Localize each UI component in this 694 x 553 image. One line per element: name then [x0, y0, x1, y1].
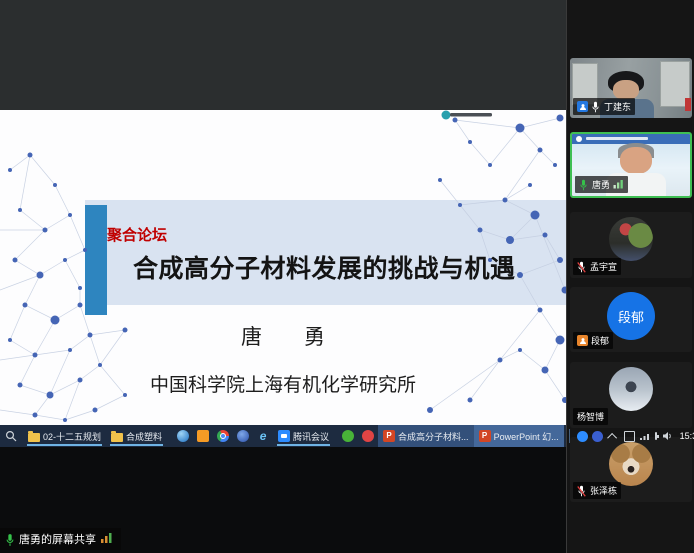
participant-name-tag: 张泽栋	[573, 482, 621, 499]
mic-on-icon	[5, 533, 15, 545]
video-detail	[620, 147, 652, 174]
taskbar-button-ppt-file[interactable]: 合成高分子材料...	[378, 425, 474, 447]
blue-app-icon[interactable]	[237, 430, 249, 442]
taskbar-clock[interactable]: 15:35	[680, 431, 694, 441]
participant-tile-6[interactable]: 张泽栋	[570, 437, 692, 502]
speaker-name: 唐 勇	[0, 321, 566, 351]
taskbar-button-meeting[interactable]: 腾讯会议	[273, 425, 334, 447]
participant-name-tag: 丁建东	[573, 98, 635, 115]
video-detail	[586, 137, 648, 140]
institute-logo	[576, 136, 582, 142]
red-app-icon[interactable]	[362, 430, 374, 442]
wechat-icon[interactable]	[342, 430, 354, 442]
internet-explorer-icon[interactable]	[257, 430, 269, 442]
participant-tile-3[interactable]: 孟宇宣	[570, 212, 692, 278]
taskbar-separator	[569, 429, 570, 443]
slide-title: 合成高分子材料发展的挑战与机遇	[133, 249, 516, 285]
participants-sidebar[interactable]: 丁建东 唐勇	[566, 0, 694, 553]
powerpoint-icon	[383, 430, 395, 442]
shared-screen-taskbar: 02-十二五规划 合成塑料 腾讯会议 合成高分子材料...	[0, 425, 566, 447]
taskbar-button-label: PowerPoint 幻...	[494, 430, 559, 443]
participant-name: 张泽栋	[590, 484, 617, 497]
participant-name: 段郁	[591, 334, 609, 347]
taskbar-button-label: 02-十二五规划	[43, 430, 101, 443]
member-badge-icon	[577, 101, 588, 112]
participant-name: 唐勇	[592, 178, 610, 191]
teal-dot-decoration	[442, 111, 451, 120]
signal-bars-icon	[100, 532, 113, 546]
mic-muted-icon	[577, 485, 587, 497]
browser-sphere-icon[interactable]	[177, 430, 189, 442]
letterbox-top	[0, 0, 566, 110]
presentation-slide: 聚合论坛 合成高分子材料发展的挑战与机遇 唐 勇 中国科学院上海有机化学研究所	[0, 110, 566, 425]
taskbar-button-label: 合成高分子材料...	[398, 430, 469, 443]
shared-screen-area: 聚合论坛 合成高分子材料发展的挑战与机遇 唐 勇 中国科学院上海有机化学研究所 …	[0, 0, 566, 553]
speaker-affiliation: 中国科学院上海有机化学研究所	[0, 370, 566, 397]
meeting-app-icon	[278, 430, 290, 442]
taskbar-button-folder-1[interactable]: 02-十二五规划	[23, 425, 106, 447]
member-badge-icon	[577, 335, 588, 346]
folder-icon	[28, 433, 40, 442]
taskbar-button-folder-2[interactable]: 合成塑料	[106, 425, 167, 447]
taskbar-button-label: 合成塑料	[126, 430, 162, 443]
participant-name-tag: 杨智博	[573, 408, 608, 425]
forum-tag: 聚合论坛	[107, 224, 167, 245]
mic-on-icon	[591, 101, 601, 113]
participant-tile-2[interactable]: 唐勇	[570, 132, 692, 198]
video-detail	[613, 80, 639, 100]
volume-bars-icon	[613, 179, 624, 191]
participant-tile-4[interactable]: 段郁 段郁	[570, 287, 692, 352]
participant-name-tag: 孟宇宣	[573, 258, 621, 275]
avatar-text: 段郁	[618, 307, 644, 326]
mic-speaking-icon	[579, 179, 589, 191]
avatar-initials: 段郁	[607, 292, 655, 340]
avatar-image	[609, 442, 653, 486]
participant-name: 丁建东	[604, 100, 631, 113]
participant-name: 孟宇宣	[590, 260, 617, 273]
video-detail	[685, 98, 691, 111]
powerpoint-icon	[479, 430, 491, 442]
participant-tile-5[interactable]: 杨智博	[570, 362, 692, 428]
speaker-icon[interactable]	[661, 430, 673, 442]
participant-name: 杨智博	[577, 410, 604, 423]
search-icon[interactable]	[5, 430, 17, 442]
chrome-icon[interactable]	[217, 430, 229, 442]
meeting-window: 聚合论坛 合成高分子材料发展的挑战与机遇 唐 勇 中国科学院上海有机化学研究所 …	[0, 0, 694, 553]
battery-icon[interactable]	[655, 432, 657, 440]
tray-chat-icon[interactable]	[577, 431, 588, 442]
taskbar-button-label: 腾讯会议	[293, 430, 329, 443]
share-label: 唐勇的屏幕共享	[19, 531, 96, 547]
orange-app-icon[interactable]	[197, 430, 209, 442]
participant-name-tag: 唐勇	[575, 176, 628, 193]
participant-name-tag: 段郁	[573, 332, 613, 349]
gray-line-decoration	[450, 113, 492, 117]
tray-contact-icon[interactable]	[592, 431, 603, 442]
taskbar-button-ppt-slideshow[interactable]: PowerPoint 幻...	[474, 425, 564, 447]
avatar-image	[609, 367, 653, 411]
network-icon[interactable]	[639, 430, 651, 442]
participant-tile-1[interactable]: 丁建东	[570, 58, 692, 118]
folder-icon	[111, 433, 123, 442]
mic-muted-icon	[577, 261, 587, 273]
screen-share-status: 唐勇的屏幕共享	[0, 528, 121, 550]
ime-indicator-icon[interactable]	[624, 431, 635, 442]
avatar-image	[609, 217, 653, 261]
